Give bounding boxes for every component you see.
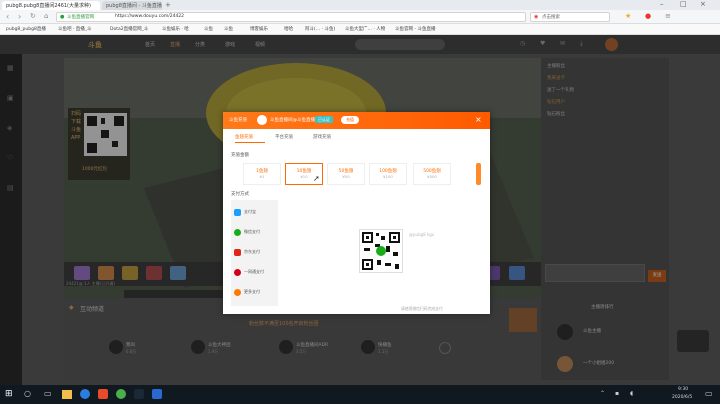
taskbar: ⊞ ○ ▭ ⌃ ▪ ◖ 9:30 2020/6/5 ▭: [0, 385, 720, 404]
payment-label: 支付宝: [244, 209, 256, 214]
forward-icon[interactable]: ›: [18, 12, 21, 21]
minimize-icon[interactable]: –: [660, 0, 664, 8]
payment-wechat[interactable]: 微信支付: [232, 224, 273, 242]
bookmark-item[interactable]: 博客娱乐: [250, 26, 268, 32]
tray-icon[interactable]: ⌃: [600, 390, 605, 397]
payment-label: 一网通支付: [244, 269, 264, 274]
address-toolbar: ‹ › ↻ ⌂ ● 斗鱼直播官网 https://www.douyu.com/2…: [0, 10, 720, 24]
payment-qr-code: [359, 229, 403, 273]
start-icon[interactable]: ⊞: [5, 389, 13, 399]
cmb-icon: [234, 269, 241, 276]
back-icon[interactable]: ‹: [6, 12, 9, 21]
clock-date: 2020/6/5: [672, 395, 693, 400]
amount-option[interactable]: 1鱼翅 ¥1: [243, 163, 281, 185]
site-identity: 斗鱼直播官网: [67, 15, 94, 20]
tab-fish-recharge[interactable]: 鱼翅充值: [235, 134, 253, 140]
qr-hint: @pubg8 kgx: [409, 232, 435, 237]
payment-cmb[interactable]: 一网通支付: [232, 264, 273, 282]
new-tab-icon[interactable]: +: [165, 1, 171, 9]
modal-header: 斗鱼充值 斗鱼直播间@斗鱼直播 已认证 充值 ×: [223, 112, 490, 129]
wechat-icon: [234, 229, 241, 236]
taskview-icon[interactable]: ▭: [44, 389, 52, 398]
payment-label: 更多支付: [244, 289, 260, 294]
amount-option[interactable]: 100鱼翅 ¥100: [369, 163, 407, 185]
payment-label: 微信支付: [244, 229, 260, 234]
active-tab-underline: [235, 142, 265, 143]
home-icon[interactable]: ⌂: [44, 12, 48, 20]
steam-icon[interactable]: [134, 389, 144, 399]
verified-badge: 已认证: [315, 116, 333, 123]
bookmark-item[interactable]: pubg8_pubg8直播: [6, 26, 46, 32]
tab-game-recharge[interactable]: 游戏充值: [313, 134, 331, 140]
bookmark-item[interactable]: 哈哈: [284, 26, 293, 32]
search-icon: ◉: [534, 14, 539, 20]
browser-tab-bar: pubg8.pubg8直播间2461(大量求种) pubg8直播间 - 斗鱼直播…: [0, 0, 720, 10]
tab-active[interactable]: pubg8.pubg8直播间2461(大量求种): [2, 1, 100, 10]
file-explorer-icon[interactable]: [62, 390, 72, 399]
modal-user: 斗鱼直播间@斗鱼直播: [270, 118, 315, 123]
recharge-modal: 斗鱼充值 斗鱼直播间@斗鱼直播 已认证 充值 × 鱼翅充值 平台充值 游戏充值 …: [223, 112, 490, 314]
browser-icon[interactable]: [80, 389, 90, 399]
browser-search-box[interactable]: ◉ 点击搜索: [530, 12, 610, 22]
maximize-icon[interactable]: □: [680, 0, 687, 8]
volume-icon[interactable]: ◖: [630, 390, 633, 397]
payment-jd[interactable]: 京东支付: [232, 244, 273, 262]
bookmark-item[interactable]: Dota2直播官网_斗: [110, 26, 148, 32]
amount-price: ¥500: [427, 174, 437, 179]
app-icon[interactable]: [152, 389, 162, 399]
app-icon[interactable]: [98, 389, 108, 399]
tab-title: pubg8直播间 - 斗鱼直播: [106, 3, 162, 9]
qr-icon: [362, 232, 400, 270]
clock-time: 9:30: [678, 387, 689, 392]
close-icon[interactable]: ×: [475, 115, 482, 124]
tab-title: pubg8.pubg8直播间2461(大量求种): [6, 3, 91, 9]
network-icon[interactable]: ▪: [615, 390, 619, 397]
avatar: [257, 115, 267, 125]
extension-icon[interactable]: ●: [645, 12, 651, 20]
bookmark-item[interactable]: 斗鱼大型广… · 人物: [345, 26, 385, 32]
bookmark-item[interactable]: 斗鱼吧 · 直播_斗: [58, 26, 92, 32]
reload-icon[interactable]: ↻: [30, 12, 36, 20]
payment-alipay[interactable]: 支付宝: [232, 204, 273, 222]
modal-footer: 请使用微信扫码完成支付: [401, 306, 443, 311]
recharge-link[interactable]: 充值: [341, 116, 359, 124]
bookmark-item[interactable]: 斗鱼: [224, 26, 233, 32]
url-field[interactable]: ● 斗鱼直播官网 https://www.douyu.com/24422: [56, 12, 526, 22]
jd-pay-icon: [234, 249, 241, 256]
close-icon[interactable]: ×: [700, 0, 706, 8]
payment-more[interactable]: 更多支付: [232, 284, 273, 302]
scroll-right-button[interactable]: [476, 163, 481, 185]
cursor-icon: ➚: [313, 174, 320, 183]
amount-price: ¥100: [383, 174, 393, 179]
bookmark-item[interactable]: 斗鱼: [204, 26, 213, 32]
search-icon[interactable]: ○: [24, 389, 31, 398]
tab-platform-recharge[interactable]: 平台充值: [275, 134, 293, 140]
lock-icon: ●: [60, 14, 65, 20]
notification-icon[interactable]: ▭: [705, 389, 713, 398]
bookmarks-bar: pubg8_pubg8直播 斗鱼吧 · 直播_斗 Dota2直播官网_斗 斗鱼娱…: [0, 24, 720, 35]
app-icon[interactable]: [116, 389, 126, 399]
modal-title: 斗鱼充值: [229, 118, 247, 123]
amount-option[interactable]: 500鱼翅 ¥500: [413, 163, 451, 185]
extension-icon[interactable]: ★: [625, 12, 631, 20]
search-label: 点击搜索: [542, 15, 560, 20]
url-text: https://www.douyu.com/24422: [115, 14, 185, 19]
menu-icon[interactable]: ≡: [665, 12, 671, 20]
amount-price: ¥1: [259, 174, 265, 179]
payment-method-label: 支付方式: [231, 192, 249, 197]
amount-price: ¥50: [342, 174, 350, 179]
bookmark-item[interactable]: 阿斗(… · 斗鱼): [305, 26, 335, 32]
amount-label: 充值金额: [231, 153, 249, 158]
amount-option[interactable]: 50鱼翅 ¥50: [327, 163, 365, 185]
bookmark-item[interactable]: 斗鱼官网 - 斗鱼直播: [395, 26, 435, 32]
payment-label: 京东支付: [244, 249, 260, 254]
tab-inactive[interactable]: pubg8直播间 - 斗鱼直播: [102, 1, 162, 10]
alipay-icon: [234, 209, 241, 216]
bookmark-item[interactable]: 斗鱼娱乐 · 哈: [162, 26, 189, 32]
more-pay-icon: [234, 289, 241, 296]
